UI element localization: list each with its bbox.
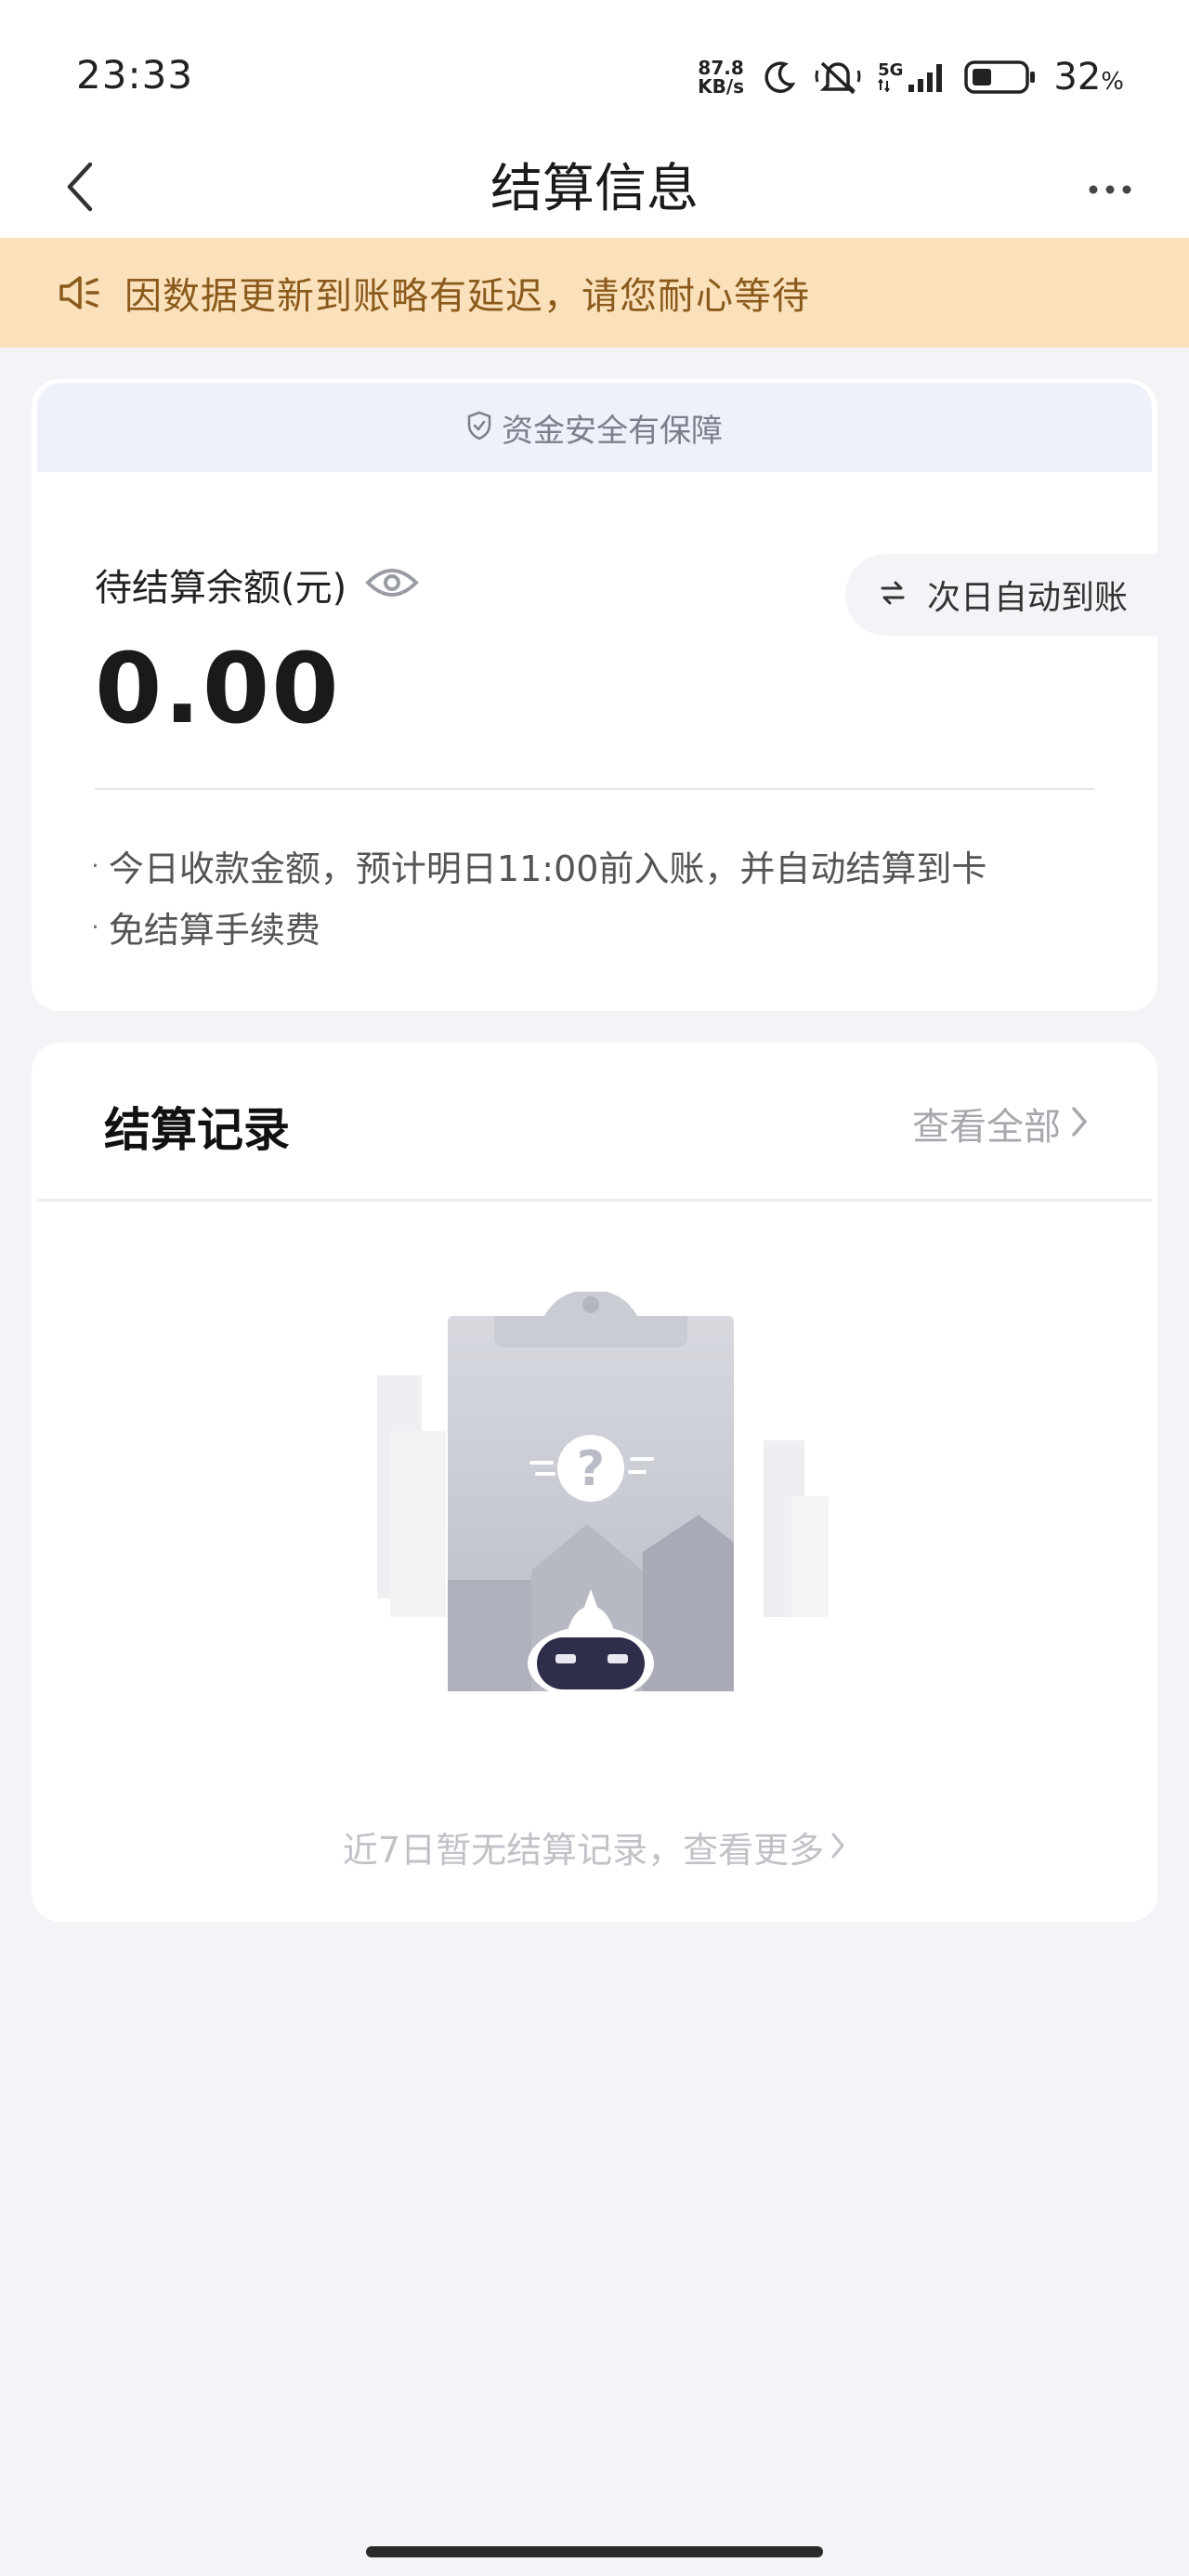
view-all-label: 查看全部: [912, 1106, 1061, 1149]
status-icons: 87.8 KB/s 5G 32%: [698, 54, 1124, 100]
moon-icon: [761, 59, 798, 96]
fund-safety-banner: 资金安全有保障: [37, 383, 1152, 472]
signal-label: 5G: [878, 60, 904, 80]
eye-icon: [365, 564, 420, 605]
divider: [37, 1199, 1152, 1202]
bullet-dot: ·: [91, 912, 99, 942]
title-bar: 结算信息: [0, 139, 1189, 238]
signal-icon: 5G: [878, 60, 947, 94]
settlement-records-card: 结算记录 查看全部 ? 近7日暂无结算记录，查看更多: [32, 1043, 1157, 1922]
page-title: 结算信息: [490, 159, 699, 219]
network-speed: 87.8 KB/s: [698, 59, 744, 96]
toggle-visibility-button[interactable]: [365, 564, 420, 605]
swap-arrows-icon: [879, 579, 907, 611]
fund-safety-text: 资金安全有保障: [502, 412, 723, 450]
empty-state-illustration: ?: [373, 1290, 856, 1701]
auto-settle-button[interactable]: 次日自动到账: [845, 554, 1157, 636]
note-text: 免结算手续费: [108, 910, 320, 951]
pending-balance-label: 待结算余额(元): [95, 567, 347, 610]
more-dots-icon: [1088, 181, 1132, 199]
network-speed-unit: KB/s: [698, 75, 745, 98]
settlement-info-page: 23:33 87.8 KB/s 5G 32% 结算信息 因数据更新到账略有延迟，…: [0, 0, 1189, 2576]
more-options-button[interactable]: [1078, 164, 1143, 216]
pending-balance-amount: 0.00: [95, 632, 341, 745]
note-item: · 今日收款金额，预计明日11:00前入账，并自动结算到卡: [91, 840, 986, 891]
notice-text: 因数据更新到账略有延迟，请您耐心等待: [124, 275, 810, 318]
chevron-right-icon: [830, 1831, 846, 1864]
status-time: 23:33: [76, 52, 194, 98]
svg-text:?: ?: [577, 1441, 605, 1497]
status-bar: 23:33 87.8 KB/s 5G 32%: [0, 0, 1189, 139]
shield-check-icon: [466, 411, 492, 444]
empty-records-link[interactable]: 近7日暂无结算记录，查看更多: [32, 1821, 1157, 1873]
auto-settle-label: 次日自动到账: [927, 579, 1129, 617]
records-title: 结算记录: [104, 1103, 290, 1157]
view-all-link[interactable]: 查看全部: [912, 1097, 1089, 1150]
chevron-right-icon: [1070, 1105, 1089, 1142]
network-speed-value: 87.8: [698, 57, 744, 79]
empty-records-text: 近7日暂无结算记录，查看更多: [342, 1830, 825, 1871]
muted-bell-icon: [815, 58, 861, 97]
home-indicator[interactable]: [366, 2546, 823, 2557]
divider: [95, 788, 1094, 790]
bullet-dot: ·: [91, 850, 99, 881]
battery-icon: [964, 59, 1037, 96]
speaker-icon: [58, 274, 100, 311]
notice-bar: 因数据更新到账略有延迟，请您耐心等待: [0, 238, 1189, 348]
battery-percent: 32%: [1053, 56, 1124, 99]
note-item: · 免结算手续费: [91, 901, 320, 953]
balance-label-row: 待结算余额(元): [95, 558, 420, 611]
balance-card: 资金安全有保障 待结算余额(元) 0.00 次日自动到账 · 今日收款金额，预计…: [32, 379, 1157, 1011]
note-text: 今日收款金额，预计明日11:00前入账，并自动结算到卡: [108, 848, 987, 889]
